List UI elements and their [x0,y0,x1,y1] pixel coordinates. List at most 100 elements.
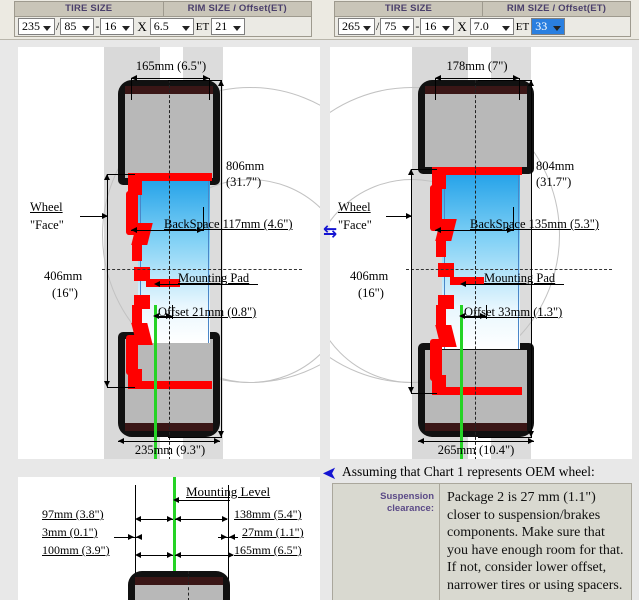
ml-left-value-1: 97mm (3.8") [42,507,104,521]
chart1-offset-label: Offset 21mm (0.8") [158,305,257,319]
chart1-rim-diameter-select[interactable]: 16 [100,18,135,35]
chart1-diagram: 165mm (6.5") 806mm (31.7") 406mm (16") W… [18,47,320,459]
chart1-tire-width-select[interactable]: 235 [18,18,55,35]
chart2-rim-diameter-ext-bot [411,393,437,394]
chart1-backspace-label: BackSpace 117mm (4.6") [164,217,293,231]
chart2-rim-diameter-ext-top [411,169,437,170]
chart1-aspect-ratio-select[interactable]: 85 [60,18,95,35]
ml-row1-arrow-l [135,516,141,522]
chart1-rim-diameter-inches-label: (16") [52,286,78,300]
ml-row1-arrow-m1 [167,516,173,522]
ml-tire-top-partial [128,571,230,600]
ml-row2-arrow-l [128,534,134,540]
chart2-wheel-face-arrow [406,213,412,219]
chart1-rim-diameter-label: 406mm [44,269,83,283]
chart1-mounting-plane-line [154,305,157,459]
chart2-rim-diameter-dim-line [411,169,412,393]
chart1-rim-diameter-ext-bot [107,387,135,388]
swap-horizontal-icon: ⇆ [322,221,338,242]
arrow-up-left-icon[interactable]: ➤ [322,463,337,484]
note-heading: Assuming that Chart 1 represents OEM whe… [342,464,595,479]
chart2-et-label: ET [515,20,530,33]
ml-right-value-1: 138mm (5.4") [234,507,302,521]
chart2-x-separator: X [457,18,467,34]
swap-charts-button[interactable]: ⇆ [320,222,340,242]
chart1-rim-width-select[interactable]: 6.5 [149,18,194,35]
chart2-tire-width-dim-line [418,441,534,442]
chart1-rim-spoke [146,279,180,287]
chart2-diameter-ext-top [478,80,532,81]
chart2-rim-diameter-inches-label: (16") [358,286,384,300]
chart2-rim-width-label: 178mm (7") [446,59,508,73]
ml-row3-arrow-l [135,552,141,558]
chart2-tire-size-title: TIRE SIZE [384,3,433,14]
suspension-clearance-label: Suspension clearance: [333,484,439,600]
chart2-rim-size-title: RIM SIZE / Offset(ET) [482,2,630,16]
chart1-rim-diameter-dim-line [107,174,108,387]
ml-row1-arrow-r [222,516,228,522]
chart2-aspect-ratio-select[interactable]: 75 [380,18,415,35]
ml-row3-line-right [175,555,233,556]
chart2-fields: 265 / 75 - 16 X 7.0 ET 33 [334,16,631,37]
chart1-backspace-arrow-left [131,227,137,233]
chart2-wheel-face-label-1: Wheel [338,200,371,214]
mounting-level-chart: Mounting Level 97mm (3.8") 138mm (5.4") … [18,477,320,600]
chart2-mounting-pad-arrow [460,281,466,287]
suspension-clearance-text: Package 2 is 27 mm (1.1") closer to susp… [439,484,631,600]
chart2-rim-width-ext-l [435,78,436,100]
chart1-wheel-face-label-1: Wheel [30,200,63,214]
ml-tread [135,577,223,585]
oem-comparison-note: ➤ Assuming that Chart 1 represents OEM w… [320,462,639,600]
chart1-tire-size-title: TIRE SIZE [65,3,113,14]
chart1-rim-width-ext-l [131,78,132,100]
chart2-diameter-ext-bot [478,437,532,438]
suspension-clearance-label-line2: clearance: [386,503,434,514]
ml-left-value-3: 100mm (3.9") [42,543,110,557]
ml-row2-arrow-r [221,534,227,540]
chart1-et-label: ET [195,20,210,33]
chart1-tire-width-label: 235mm (9.3") [134,443,206,457]
chart2-tire-width-label: 265mm (10.4") [437,443,515,457]
chart1-wheel-face-label-2: "Face" [30,218,64,232]
chart1-x-separator: X [137,18,147,34]
chart2-axle-line [406,269,612,270]
chart2-et-select[interactable]: 33 [531,18,566,35]
ml-left-value-2: 3mm (0.1") [42,525,98,539]
chart1-mounting-pad-arrow [154,281,160,287]
chart2-wheel-face-label-2: "Face" [338,218,372,232]
chart2-diameter-dim-line [531,80,532,437]
chart1-tire-diameter-label: 806mm [226,159,265,173]
chart2-rim-width-ext-r [519,78,520,100]
chart1-rim-diameter-ext-top [107,174,135,175]
chart2-backspace-label: BackSpace 135mm (5.3") [470,217,600,231]
ml-title: Mounting Level [186,484,271,499]
chart2-wheel-barrel [442,169,520,349]
chart2-rim-profile-upper-seat [436,239,446,257]
ml-row2-arrow-r2 [229,534,235,540]
chart1-diameter-dim-line [221,80,222,437]
ml-row3-arrow-m2 [175,552,181,558]
chart2-mounting-pad-label: Mounting Pad [484,271,556,285]
chart1-et-select[interactable]: 21 [211,18,246,35]
chart1-rim-width-label: 165mm (6.5") [135,59,207,73]
chart2-diagram: 178mm (7") 804mm (31.7") 406mm (16") Whe… [330,47,632,459]
suspension-clearance-row: Suspension clearance: Package 2 is 27 mm… [332,483,632,600]
chart1-rim-width-ext-r [209,78,210,100]
chart2-rim-diameter-label: 406mm [350,269,389,283]
ml-row1-line-right [175,519,227,520]
chart2-rim-diameter-select[interactable]: 16 [420,18,455,35]
chart2-mounting-plane-line [460,305,463,459]
chart2-rim-width-select[interactable]: 7.0 [469,18,514,35]
chart2-rim-profile-hub-upper [438,263,454,277]
ml-title-arrow [173,497,179,503]
ml-tire-centerline [188,571,189,600]
chart2-rim-profile-bottom-flange [432,387,522,395]
chart1-rim-profile-bottom-flange [128,381,212,389]
ml-right-value-3: 165mm (6.5") [234,543,302,557]
chart2-tire-width-select[interactable]: 265 [338,18,375,35]
ml-row2-line-left [114,537,138,538]
chart2-tire-diameter-inches-label: (31.7") [536,175,572,189]
chart1-tire-diameter-inches-label: (31.7") [226,175,262,189]
chart2-rim-profile-lower-seat [436,305,446,325]
chart1-rim-profile-upper-seat [132,243,142,261]
